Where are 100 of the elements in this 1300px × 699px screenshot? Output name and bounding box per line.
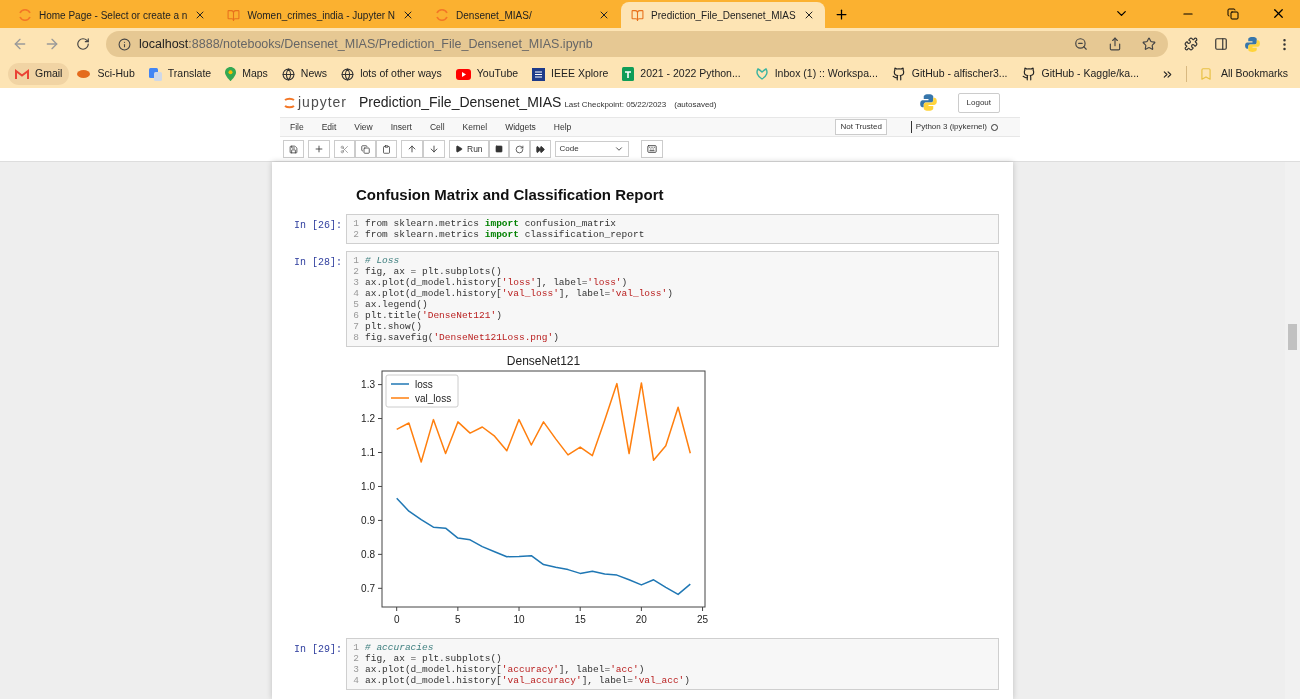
reload-icon[interactable] bbox=[76, 37, 90, 51]
save-button[interactable] bbox=[283, 140, 304, 158]
x-tick-label: 15 bbox=[574, 606, 586, 625]
python-icon[interactable] bbox=[1244, 35, 1261, 53]
x-tick-label: 15 bbox=[574, 613, 587, 625]
menu-item[interactable]: Help bbox=[545, 120, 580, 134]
arrow-down-icon bbox=[429, 144, 439, 154]
bookmark-item[interactable]: IEEE Xplore bbox=[525, 63, 616, 85]
copy-button[interactable] bbox=[355, 140, 376, 158]
scissors-icon bbox=[340, 144, 349, 154]
browser-tab[interactable]: Densenet_MIAS/ bbox=[425, 2, 621, 28]
bookmark-item[interactable]: 2021 - 2022 Python... bbox=[615, 63, 748, 85]
paste-button[interactable] bbox=[376, 140, 397, 158]
bookmark-folder[interactable]: All Bookmarks bbox=[1198, 66, 1288, 82]
menu-item[interactable]: Insert bbox=[382, 120, 420, 134]
plus-icon bbox=[314, 144, 324, 154]
bookmark-item[interactable]: lots of other ways bbox=[334, 63, 449, 85]
x-tick-label: 20 bbox=[635, 606, 647, 625]
restart-icon bbox=[514, 144, 524, 154]
line-number: 3 bbox=[353, 276, 359, 288]
new-tab-icon[interactable] bbox=[833, 7, 849, 22]
run-button[interactable]: Run bbox=[449, 140, 489, 158]
menu-item[interactable]: Kernel bbox=[454, 120, 496, 134]
menu-item[interactable]: File bbox=[282, 120, 312, 134]
menu-item[interactable]: Widgets bbox=[497, 120, 544, 134]
restart-button[interactable] bbox=[508, 140, 530, 158]
code-line: ax.legend() bbox=[365, 298, 428, 310]
y-tick-label: 1.3 bbox=[361, 378, 383, 390]
github-icon bbox=[1021, 67, 1036, 81]
line-number: 2 bbox=[353, 652, 359, 664]
line-number: 6 bbox=[353, 309, 359, 321]
legend-label: val_loss bbox=[415, 392, 452, 404]
line-number: 1 bbox=[353, 217, 359, 229]
side-panel-icon[interactable] bbox=[1214, 37, 1228, 51]
menu-item[interactable]: View bbox=[346, 120, 381, 134]
cell-type-dropdown[interactable]: Code bbox=[554, 141, 629, 157]
code-cell[interactable] bbox=[346, 250, 999, 347]
arrow-up-icon bbox=[407, 144, 417, 154]
code-cell[interactable]: 1 # accuracies 2 fig, ax = plt.subplots() 3 ax.plot(d_model.history['accuracy'], label='acc') 4 ax.plot(d_model.history['val_accuracy'], label='val_acc') bbox=[346, 637, 999, 690]
jupyter-logo[interactable]: jupyter bbox=[284, 92, 348, 113]
tab-title: Home Page - Select or create a n bbox=[39, 8, 188, 23]
y-tick-label: 0.7 bbox=[361, 582, 383, 594]
mail-icon bbox=[15, 68, 29, 80]
bookmark-item[interactable]: GitHub - alfischer3... bbox=[884, 63, 1015, 85]
keyboard-button[interactable] bbox=[640, 140, 663, 158]
spinner-icon bbox=[18, 8, 32, 22]
bookmark-item[interactable]: Inbox (1) :: Workspa... bbox=[747, 63, 885, 85]
info-icon[interactable] bbox=[118, 37, 131, 51]
code-line: fig, ax = plt.subplots() bbox=[365, 652, 502, 664]
play-icon bbox=[455, 145, 463, 153]
y-tick-label: 0.9 bbox=[361, 514, 383, 526]
extensions-icon[interactable] bbox=[1184, 37, 1198, 51]
close-window-icon[interactable] bbox=[1271, 6, 1286, 21]
y-tick-label: 1.0 bbox=[361, 480, 383, 492]
book-icon bbox=[227, 8, 241, 22]
y-tick-label: 0.7 bbox=[361, 582, 376, 594]
bookmark-item[interactable]: Sci-Hub bbox=[69, 63, 142, 85]
share-icon[interactable] bbox=[1108, 37, 1122, 51]
bookmark-item[interactable]: Gmail bbox=[8, 63, 70, 85]
fast-forward-icon bbox=[535, 144, 545, 154]
code-line: # Loss bbox=[365, 254, 400, 266]
address-bar[interactable]: localhost:8888/notebooks/Densenet_MIAS/Prediction_File_Densenet_MIAS.ipynb bbox=[106, 31, 1168, 57]
bookmark-item[interactable]: YouTube bbox=[448, 63, 526, 85]
code-cell[interactable]: 1 from sklearn.metrics import confusion_matrix 2 from sklearn.metrics import classification_report bbox=[346, 213, 999, 244]
menu-item[interactable]: Cell bbox=[421, 120, 453, 134]
save-icon bbox=[289, 144, 298, 154]
line-number: 8 bbox=[353, 331, 359, 343]
browser-tab[interactable]: Home Page - Select or create a n bbox=[8, 2, 217, 28]
clipboard-icon bbox=[382, 144, 391, 154]
bookmark-item[interactable]: GitHub - Kaggle/ka... bbox=[1014, 63, 1146, 85]
bookmark-item[interactable]: Translate bbox=[141, 63, 219, 85]
x-tick-label: 25 bbox=[696, 613, 709, 625]
restore-icon[interactable] bbox=[1227, 8, 1239, 20]
bookmark-item[interactable]: News bbox=[274, 63, 335, 85]
x-tick-label: 0 bbox=[393, 613, 400, 625]
trust-indicator[interactable]: Not Trusted bbox=[835, 119, 887, 135]
x-tick-label: 20 bbox=[635, 613, 648, 625]
notebook-name[interactable]: Prediction_File_Densenet_MIAS bbox=[359, 92, 562, 113]
python-logo-icon bbox=[918, 93, 938, 112]
insert-cell-button[interactable] bbox=[308, 140, 330, 158]
line-number: 5 bbox=[353, 298, 359, 310]
stop-button[interactable] bbox=[488, 140, 509, 158]
menu-item[interactable]: Edit bbox=[313, 120, 345, 134]
run-all-button[interactable] bbox=[529, 140, 551, 158]
line-number: 1 bbox=[353, 254, 359, 266]
browser-tab[interactable]: Women_crimes_india - Jupyter N bbox=[217, 2, 425, 28]
code-line: fig, ax = plt.subplots() bbox=[365, 265, 502, 277]
star-icon[interactable] bbox=[1142, 37, 1156, 51]
code-line: ax.plot(d_model.history['loss'], label='loss') bbox=[365, 276, 628, 288]
browser-tab[interactable]: Prediction_File_Densenet_MIAS bbox=[621, 2, 825, 28]
zoom-out-icon[interactable] bbox=[1074, 37, 1088, 51]
logout-button[interactable]: Logout bbox=[957, 92, 1000, 113]
bookmark-item[interactable]: Maps bbox=[218, 63, 275, 85]
stop-icon bbox=[494, 145, 503, 153]
line-number: 3 bbox=[353, 663, 359, 675]
code-line: plt.show() bbox=[365, 320, 422, 332]
code-line: from sklearn.metrics import classification_report bbox=[365, 228, 645, 240]
section-heading: Confusion Matrix and Classification Report bbox=[356, 185, 665, 205]
y-tick-label: 0.8 bbox=[361, 548, 376, 560]
kernel-name: Python 3 (ipykernel) bbox=[910, 121, 987, 133]
